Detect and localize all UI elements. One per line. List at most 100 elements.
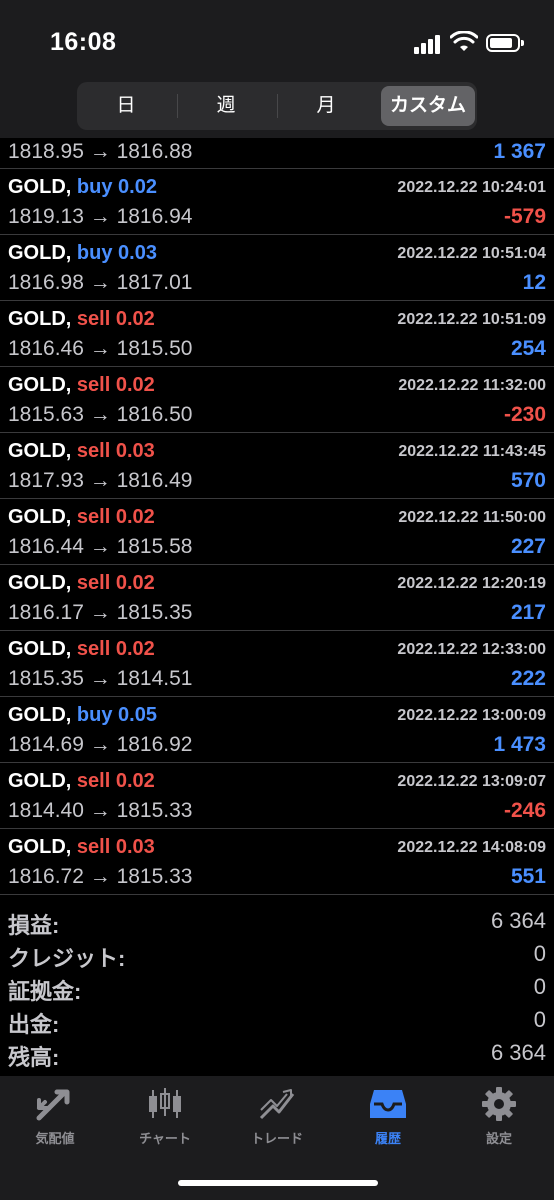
deal-profit: 1 473	[493, 733, 546, 756]
home-indicator[interactable]	[178, 1180, 378, 1186]
deal-profit: 12	[522, 271, 546, 294]
deal-side: sell 0.02	[76, 308, 155, 330]
deal-profit: -579	[503, 205, 546, 228]
tab-quotes[interactable]: 気配値	[0, 1086, 110, 1156]
deal-datetime: 2022.12.22 10:51:04	[397, 245, 546, 262]
summary-profit-label: 損益:	[8, 913, 60, 938]
deal-symbol: GOLD,	[8, 770, 72, 792]
deal-profit: 222	[510, 667, 546, 690]
deal-row[interactable]: 1818.95 → 1816.88 1 367	[0, 138, 554, 169]
deal-datetime: 2022.12.22 14:08:09	[397, 839, 546, 856]
summary-balance-row: 残高: 6 364	[0, 1038, 554, 1071]
deal-prices: 1816.98 → 1817.01	[8, 271, 193, 294]
deal-side: sell 0.02	[76, 638, 155, 660]
tab-chart-label: チャート	[139, 1131, 191, 1146]
deal-profit: 217	[510, 601, 546, 624]
segment-divider	[277, 94, 278, 118]
period-tab-day[interactable]: 日	[79, 86, 173, 126]
period-tab-week[interactable]: 週	[179, 86, 273, 126]
deal-row[interactable]: GOLD, sell 0.02 2022.12.22 11:50:00 1816…	[0, 499, 554, 565]
deal-symbol: GOLD,	[8, 572, 72, 594]
period-tab-month[interactable]: 月	[279, 86, 373, 126]
summary-credit-label: クレジット:	[8, 946, 126, 971]
tab-trade-label: トレード	[250, 1131, 303, 1146]
deal-title: GOLD, sell 0.02	[8, 506, 155, 529]
deal-prices: 1814.69 → 1816.92	[8, 733, 193, 756]
summary-credit-value: 0	[533, 941, 546, 966]
deal-profit: 1 367	[493, 140, 546, 163]
deal-symbol: GOLD,	[8, 638, 72, 660]
summary-deposit-label: 証拠金:	[8, 979, 82, 1004]
deal-title: GOLD, sell 0.02	[8, 308, 155, 331]
deal-symbol: GOLD,	[8, 704, 72, 726]
period-segmented-control: 日 週 月 カスタム	[77, 82, 477, 130]
deal-row[interactable]: GOLD, sell 0.03 2022.12.22 14:08:09 1816…	[0, 829, 554, 895]
deal-symbol: GOLD,	[8, 308, 72, 330]
deal-profit: 254	[510, 337, 546, 360]
deal-row[interactable]: GOLD, buy 0.02 2022.12.22 10:24:01 1819.…	[0, 169, 554, 235]
tab-settings[interactable]: 設定	[444, 1086, 554, 1156]
deal-title: GOLD, sell 0.03	[8, 836, 155, 859]
cellular-signal-icon	[414, 34, 444, 54]
deal-datetime: 2022.12.22 12:20:19	[397, 575, 546, 592]
summary-withdrawal-label: 出金:	[8, 1012, 60, 1037]
deal-profit: -246	[503, 799, 546, 822]
deal-row[interactable]: GOLD, sell 0.02 2022.12.22 10:51:09 1816…	[0, 301, 554, 367]
trade-icon	[259, 1089, 295, 1120]
deal-prices: 1816.17 → 1815.35	[8, 601, 193, 624]
settings-icon	[482, 1087, 516, 1121]
summary-credit-row: クレジット: 0	[0, 939, 554, 972]
deal-side: buy 0.03	[76, 242, 157, 264]
tab-settings-label: 設定	[485, 1131, 512, 1146]
deal-prices: 1814.40 → 1815.33	[8, 799, 193, 822]
deal-symbol: GOLD,	[8, 836, 72, 858]
tab-history-label: 履歴	[374, 1131, 401, 1146]
period-tab-custom[interactable]: カスタム	[381, 86, 475, 126]
deal-row[interactable]: GOLD, sell 0.02 2022.12.22 11:32:00 1815…	[0, 367, 554, 433]
quotes-icon	[36, 1089, 70, 1121]
deal-title: GOLD, sell 0.02	[8, 572, 155, 595]
deal-title: GOLD, sell 0.02	[8, 638, 155, 661]
deal-title: GOLD, buy 0.05	[8, 704, 157, 727]
deal-symbol: GOLD,	[8, 176, 72, 198]
summary-profit-value: 6 364	[490, 908, 546, 933]
tab-trade[interactable]: トレード	[222, 1086, 332, 1156]
deal-row[interactable]: GOLD, sell 0.02 2022.12.22 12:33:00 1815…	[0, 631, 554, 697]
deal-row[interactable]: GOLD, sell 0.02 2022.12.22 12:20:19 1816…	[0, 565, 554, 631]
deal-side: buy 0.02	[76, 176, 157, 198]
deal-profit: 570	[510, 469, 546, 492]
deal-row[interactable]: GOLD, sell 0.02 2022.12.22 13:09:07 1814…	[0, 763, 554, 829]
deal-row[interactable]: GOLD, buy 0.03 2022.12.22 10:51:04 1816.…	[0, 235, 554, 301]
deal-datetime: 2022.12.22 10:51:09	[397, 311, 546, 328]
battery-icon	[486, 34, 524, 52]
summary-withdrawal-value: 0	[533, 1007, 546, 1032]
summary-balance-label: 残高:	[8, 1045, 60, 1070]
deal-side: sell 0.03	[76, 440, 155, 462]
deal-side: sell 0.02	[76, 770, 155, 792]
deal-prices: 1816.44 → 1815.58	[8, 535, 193, 558]
deal-datetime: 2022.12.22 13:09:07	[397, 773, 546, 790]
deal-symbol: GOLD,	[8, 374, 72, 396]
tab-history[interactable]: 履歴	[333, 1086, 443, 1156]
deal-row[interactable]: GOLD, sell 0.03 2022.12.22 11:43:45 1817…	[0, 433, 554, 499]
status-bar: 16:08	[0, 0, 554, 80]
chart-icon	[149, 1088, 181, 1118]
deal-datetime: 2022.12.22 12:33:00	[397, 641, 546, 658]
deal-side: sell 0.02	[76, 506, 155, 528]
deal-profit: 227	[510, 535, 546, 558]
history-summary: 損益: 6 364 クレジット: 0 証拠金: 0 出金: 0 残高: 6 36…	[0, 906, 554, 1076]
deal-symbol: GOLD,	[8, 242, 72, 264]
tab-chart[interactable]: チャート	[110, 1086, 220, 1156]
deal-title: GOLD, sell 0.02	[8, 770, 155, 793]
summary-withdrawal-row: 出金: 0	[0, 1005, 554, 1038]
deal-prices: 1816.46 → 1815.50	[8, 337, 193, 360]
deal-side: sell 0.02	[76, 572, 155, 594]
deal-row[interactable]: GOLD, buy 0.05 2022.12.22 13:00:09 1814.…	[0, 697, 554, 763]
deal-profit: 551	[510, 865, 546, 888]
status-time: 16:08	[50, 28, 117, 56]
deal-side: buy 0.05	[76, 704, 157, 726]
deal-prices: 1817.93 → 1816.49	[8, 469, 193, 492]
deal-datetime: 2022.12.22 10:24:01	[397, 179, 546, 196]
deal-title: GOLD, buy 0.02	[8, 176, 157, 199]
tab-quotes-label: 気配値	[35, 1131, 75, 1146]
